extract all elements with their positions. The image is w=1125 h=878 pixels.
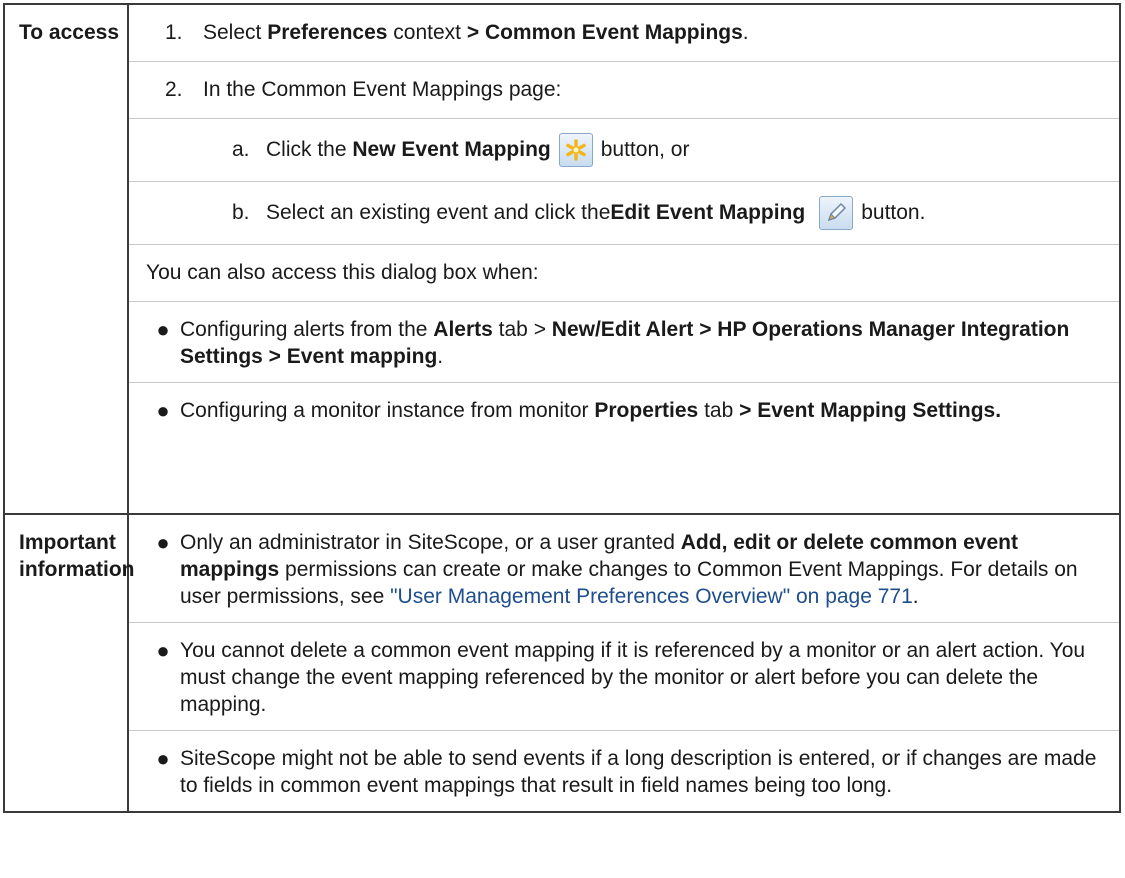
access-label: To access bbox=[3, 3, 129, 515]
step-2: 2. In the Common Event Mappings page: bbox=[129, 62, 1119, 119]
substep-text: Select an existing event and click the E… bbox=[266, 196, 925, 230]
info-table: To access 1. Select Preferences context … bbox=[3, 3, 1121, 813]
access-row: To access 1. Select Preferences context … bbox=[3, 3, 1121, 515]
step-2b: b. Select an existing event and click th… bbox=[129, 182, 1119, 245]
access-bullet-1: ● Configuring alerts from the Alerts tab… bbox=[129, 302, 1119, 383]
step-number: 2. bbox=[165, 78, 183, 101]
user-management-link[interactable]: "User Management Preferences Overview" o… bbox=[390, 585, 913, 608]
step-text: Select Preferences context > Common Even… bbox=[203, 21, 749, 44]
access-bullet-2: ● Configuring a monitor instance from mo… bbox=[129, 383, 1119, 436]
important-bullet-2: ● You cannot delete a common event mappi… bbox=[129, 623, 1119, 731]
new-star-icon bbox=[558, 133, 593, 167]
bullet-text: Configuring a monitor instance from moni… bbox=[180, 399, 1002, 422]
substep-letter: a. bbox=[232, 138, 250, 161]
step-2a: a. Click the New Event Mapping button, o… bbox=[129, 119, 1119, 182]
also-access-text: You can also access this dialog box when… bbox=[129, 245, 1119, 302]
important-bullet-3: ● SiteScope might not be able to send ev… bbox=[129, 731, 1119, 811]
bullet-text: Configuring alerts from the Alerts tab >… bbox=[180, 318, 1070, 368]
bullet-text: Only an administrator in SiteScope, or a… bbox=[180, 531, 1078, 608]
bullet-dot: ● bbox=[156, 530, 170, 555]
step-text: In the Common Event Mappings page: bbox=[203, 78, 562, 101]
bullet-dot: ● bbox=[156, 638, 170, 663]
pencil-icon bbox=[819, 196, 854, 230]
substep-letter: b. bbox=[232, 201, 250, 224]
bullet-dot: ● bbox=[156, 746, 170, 771]
bullet-dot: ● bbox=[156, 398, 170, 423]
bullet-text: SiteScope might not be able to send even… bbox=[180, 747, 1097, 797]
bullet-dot: ● bbox=[156, 317, 170, 342]
important-label: Important information bbox=[3, 513, 135, 813]
important-row: Important information ● Only an administ… bbox=[3, 513, 1121, 813]
important-bullet-1: ● Only an administrator in SiteScope, or… bbox=[129, 515, 1119, 623]
access-content: 1. Select Preferences context > Common E… bbox=[127, 3, 1121, 515]
bullet-text: You cannot delete a common event mapping… bbox=[180, 639, 1086, 716]
substep-text: Click the New Event Mapping button, or bbox=[266, 133, 689, 167]
step-1: 1. Select Preferences context > Common E… bbox=[129, 5, 1119, 62]
step-number: 1. bbox=[165, 21, 183, 44]
important-content: ● Only an administrator in SiteScope, or… bbox=[127, 513, 1121, 813]
